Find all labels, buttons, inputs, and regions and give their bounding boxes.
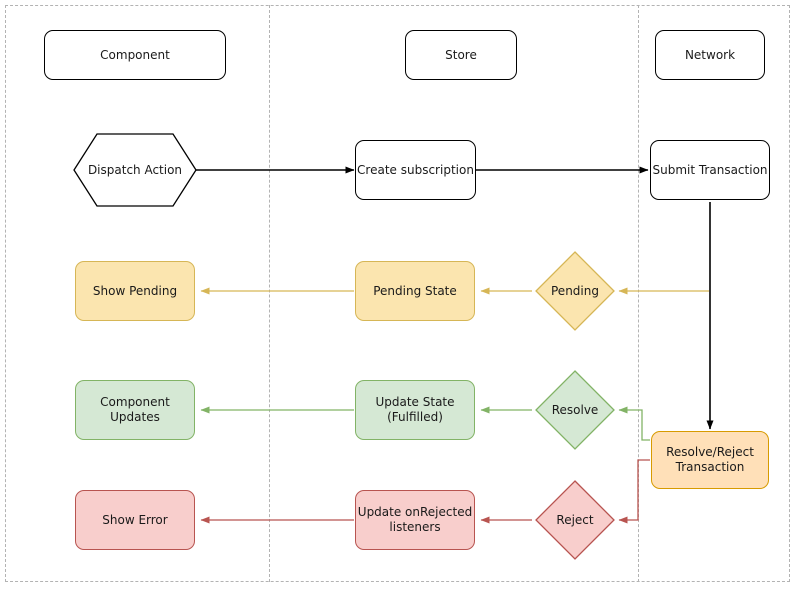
node-show-error[interactable]: Show Error (75, 490, 195, 550)
diamond-shape (535, 370, 615, 450)
node-pending-state[interactable]: Pending State (355, 261, 475, 321)
node-update-onrejected-label-line2: listeners (389, 520, 441, 534)
node-submit-transaction[interactable]: Submit Transaction (650, 140, 770, 200)
flowchart-canvas: Component Store Network Dispatch Action … (0, 0, 796, 601)
node-resolve-reject-transaction-label-line2: Transaction (675, 460, 745, 474)
node-show-pending-label: Show Pending (92, 283, 178, 298)
node-update-state-label-line1: Update State (375, 395, 455, 409)
node-dispatch-action[interactable]: Dispatch Action (73, 133, 197, 207)
node-pending-state-label: Pending State (373, 283, 457, 298)
lane-header-network[interactable]: Network (655, 30, 765, 80)
node-reject-decision[interactable]: Reject (535, 480, 615, 560)
node-update-state-label-line2: (Fulfilled) (387, 410, 443, 424)
node-pending-decision[interactable]: Pending (535, 251, 615, 331)
node-show-error-label: Show Error (102, 512, 168, 527)
edge-resolvereject-to-reject (618, 459, 650, 524)
node-component-updates[interactable]: Component Updates (75, 380, 195, 440)
hexagon-shape (73, 133, 197, 207)
node-resolve-decision[interactable]: Resolve (535, 370, 615, 450)
node-resolve-reject-transaction-label-line1: Resolve/Reject (666, 445, 754, 459)
node-update-onrejected-label-line1: Update onRejected (357, 505, 473, 519)
node-update-onrejected-listeners[interactable]: Update onRejected listeners (355, 490, 475, 550)
lane-header-component-label: Component (100, 47, 170, 62)
diamond-shape (535, 251, 615, 331)
node-create-subscription-label: Create subscription (357, 162, 474, 177)
edge-resolvereject-to-resolve (618, 406, 650, 441)
diamond-shape (535, 480, 615, 560)
lane-header-component[interactable]: Component (44, 30, 226, 80)
node-show-pending[interactable]: Show Pending (75, 261, 195, 321)
lane-header-store-label: Store (445, 47, 477, 62)
node-component-updates-label: Component Updates (100, 395, 170, 424)
node-create-subscription[interactable]: Create subscription (355, 140, 476, 200)
node-submit-transaction-label: Submit Transaction (652, 162, 768, 177)
node-resolve-reject-transaction[interactable]: Resolve/Reject Transaction (651, 431, 769, 489)
lane-header-network-label: Network (684, 47, 736, 62)
node-update-state[interactable]: Update State (Fulfilled) (355, 380, 475, 440)
lane-header-store[interactable]: Store (405, 30, 517, 80)
